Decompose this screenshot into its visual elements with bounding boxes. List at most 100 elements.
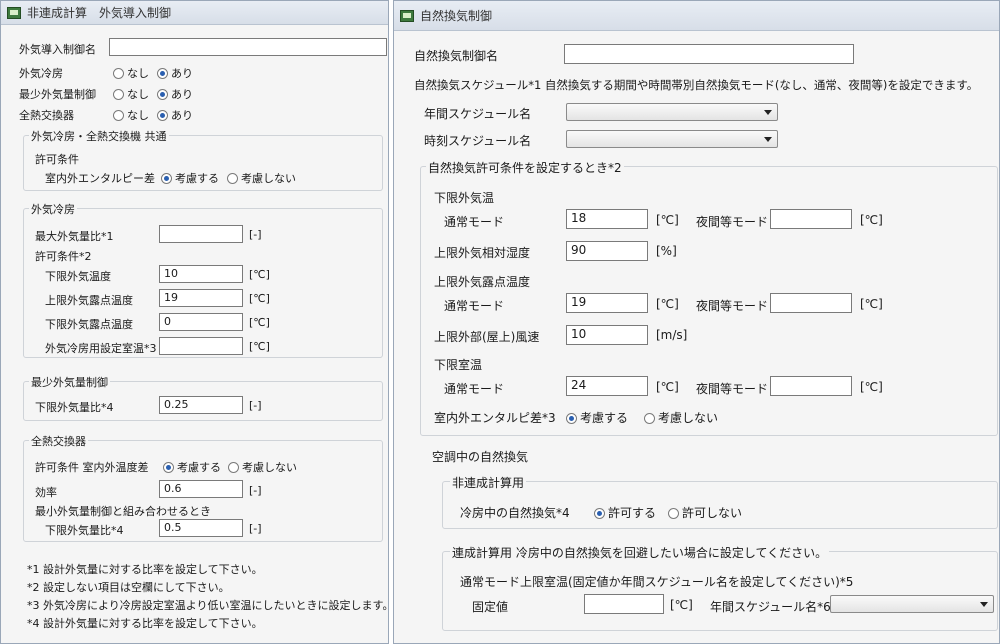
chevron-down-icon	[980, 602, 988, 607]
enthalpy-label: 室内外エンタルピ差*3	[434, 411, 556, 425]
unit-label: [℃]	[249, 316, 270, 329]
hx-low-ratio-input[interactable]: 0.5	[159, 519, 243, 537]
cooling-nv-not-permit-radio[interactable]: 許可しない	[668, 504, 742, 521]
high-rh-label: 上限外気相対湿度	[434, 246, 531, 260]
noncoupled-group-title: 非連成計算用	[450, 474, 527, 491]
unit-label: [-]	[249, 228, 262, 241]
night-mode-label: 夜間等モード	[696, 382, 769, 396]
ac-nv-label: 空調中の自然換気	[432, 450, 529, 464]
title-bar: 自然換気制御	[394, 1, 999, 31]
low-oa-ratio-input[interactable]: 0.25	[159, 396, 243, 414]
normal-mode-label: 通常モード	[444, 215, 505, 229]
max-oa-ratio-label: 最大外気量比*1	[35, 230, 114, 243]
high-dew-input[interactable]: 19	[159, 289, 243, 307]
annual-schedule-select[interactable]	[566, 103, 778, 121]
cooling-nv-label: 冷房中の自然換気*4	[460, 506, 570, 520]
hx-yes-radio[interactable]: あり	[157, 107, 193, 123]
max-oa-ratio-input[interactable]	[159, 225, 243, 243]
low-room-night-input[interactable]	[770, 376, 852, 396]
unit-label: [%]	[656, 244, 677, 258]
low-oa-temp-input[interactable]: 10	[159, 265, 243, 283]
outdoor-air-control-window: 非連成計算 外気導入制御 外気導入制御名 外気冷房 なし あり 最少外気量制御 …	[0, 0, 393, 644]
low-dew-label: 下限外気露点温度	[45, 318, 133, 331]
app-icon	[400, 9, 414, 22]
footnote-2: *2 設定しない項目は空欄にして下さい。	[27, 581, 230, 594]
unit-label: [-]	[249, 399, 262, 412]
oa-cooling-group-title: 外気冷房	[29, 201, 77, 217]
efficiency-input[interactable]: 0.6	[159, 480, 243, 498]
hourly-schedule-select[interactable]	[566, 130, 778, 148]
night-mode-label: 夜間等モード	[696, 215, 769, 229]
fixed-value-label: 固定値	[472, 600, 509, 614]
low-dew-input[interactable]: 0	[159, 313, 243, 331]
annual-schedule6-select[interactable]	[830, 595, 994, 613]
efficiency-label: 効率	[35, 486, 57, 499]
low-oa-ratio-label: 下限外気量比*4	[35, 401, 114, 414]
low-oa-temp-normal-input[interactable]: 18	[566, 209, 648, 229]
control-name-input[interactable]	[109, 38, 387, 56]
hx-permit-label: 許可条件 室内外温度差	[35, 461, 149, 474]
nv-name-input[interactable]	[564, 44, 854, 64]
name-label: 外気導入制御名	[19, 43, 96, 56]
hx-label: 全熱交換器	[19, 109, 74, 122]
min-oa-label: 最少外気量制御	[19, 88, 96, 101]
normal-mode-label: 通常モード	[444, 299, 505, 313]
footnote-1: *1 設計外気量に対する比率を設定して下さい。	[27, 563, 263, 576]
hx-not-consider-radio[interactable]: 考慮しない	[228, 459, 297, 475]
permit-group-title: 自然換気許可条件を設定するとき*2	[426, 159, 624, 176]
high-dew-label: 上限外気露点温度	[45, 294, 133, 307]
low-room-label: 下限室温	[434, 358, 483, 372]
footnote-3: *3 外気冷房により冷房設定室温より低い室温にしたいときに設定します。	[27, 599, 394, 612]
unit-label: [-]	[249, 484, 262, 497]
permit-cond-label: 許可条件	[35, 153, 79, 166]
oac-setpoint-input[interactable]	[159, 337, 243, 355]
fixed-value-input[interactable]	[584, 594, 664, 614]
normal-mode-label: 通常モード	[444, 382, 505, 396]
unit-label: [℃]	[249, 292, 270, 305]
unit-label: [-]	[249, 522, 262, 535]
min-oa-none-radio[interactable]: なし	[113, 86, 149, 102]
annual-schedule6-label: 年間スケジュール名*6	[710, 600, 831, 614]
low-oa-temp-night-input[interactable]	[770, 209, 852, 229]
title-bar: 非連成計算 外気導入制御	[1, 1, 388, 25]
hx-low-ratio-label: 下限外気量比*4	[45, 524, 124, 537]
oa-cooling-none-radio[interactable]: なし	[113, 65, 149, 81]
coupled-group	[442, 551, 998, 631]
combine-note: 最小外気量制御と組み合わせるとき	[35, 505, 211, 518]
annual-schedule-label: 年間スケジュール名	[424, 107, 532, 121]
unit-label: [℃]	[249, 340, 270, 353]
window-title: 自然換気制御	[420, 9, 493, 23]
cooling-nv-permit-radio[interactable]: 許可する	[594, 504, 656, 521]
low-oa-temp-label: 下限外気温度	[45, 270, 111, 283]
unit-label: [℃]	[656, 380, 679, 394]
schedule-note: 自然換気スケジュール*1 自然換気する期間や時間帯別自然換気モード(なし、通常、…	[414, 78, 979, 92]
high-dew-night-input[interactable]	[770, 293, 852, 313]
enthalpy-not-consider-radio[interactable]: 考慮しない	[227, 170, 296, 186]
nv-name-label: 自然換気制御名	[414, 49, 499, 63]
unit-label: [℃]	[656, 297, 679, 311]
high-dew-label: 上限外気露点温度	[434, 275, 531, 289]
unit-label: [℃]	[249, 268, 270, 281]
natural-ventilation-window: 自然換気制御 自然換気制御名 自然換気スケジュール*1 自然換気する期間や時間帯…	[393, 0, 1000, 644]
min-oa-yes-radio[interactable]: あり	[157, 86, 193, 102]
high-wind-input[interactable]: 10	[566, 325, 648, 345]
unit-label: [℃]	[656, 213, 679, 227]
footnote-4: *4 設計外気量に対する比率を設定して下さい。	[27, 617, 263, 630]
hx-none-radio[interactable]: なし	[113, 107, 149, 123]
high-dew-normal-input[interactable]: 19	[566, 293, 648, 313]
unit-label: [℃]	[860, 213, 883, 227]
oa-cooling-yes-radio[interactable]: あり	[157, 65, 193, 81]
enthalpy-consider-radio[interactable]: 考慮する	[161, 170, 219, 186]
enthalpy-consider-radio[interactable]: 考慮する	[566, 409, 628, 426]
hx-group-title: 全熱交換器	[29, 433, 88, 449]
high-rh-input[interactable]: 90	[566, 241, 648, 261]
window-title: 非連成計算 外気導入制御	[27, 6, 172, 20]
unit-label: [℃]	[860, 297, 883, 311]
low-room-normal-input[interactable]: 24	[566, 376, 648, 396]
upper-room-label: 通常モード上限室温(固定値か年間スケジュール名を設定してください)*5	[460, 575, 854, 589]
high-wind-label: 上限外部(屋上)風速	[434, 330, 540, 344]
oac-setpoint-label: 外気冷房用設定室温*3	[45, 342, 157, 355]
hx-consider-radio[interactable]: 考慮する	[163, 459, 221, 475]
unit-label: [℃]	[860, 380, 883, 394]
enthalpy-not-consider-radio[interactable]: 考慮しない	[644, 409, 718, 426]
